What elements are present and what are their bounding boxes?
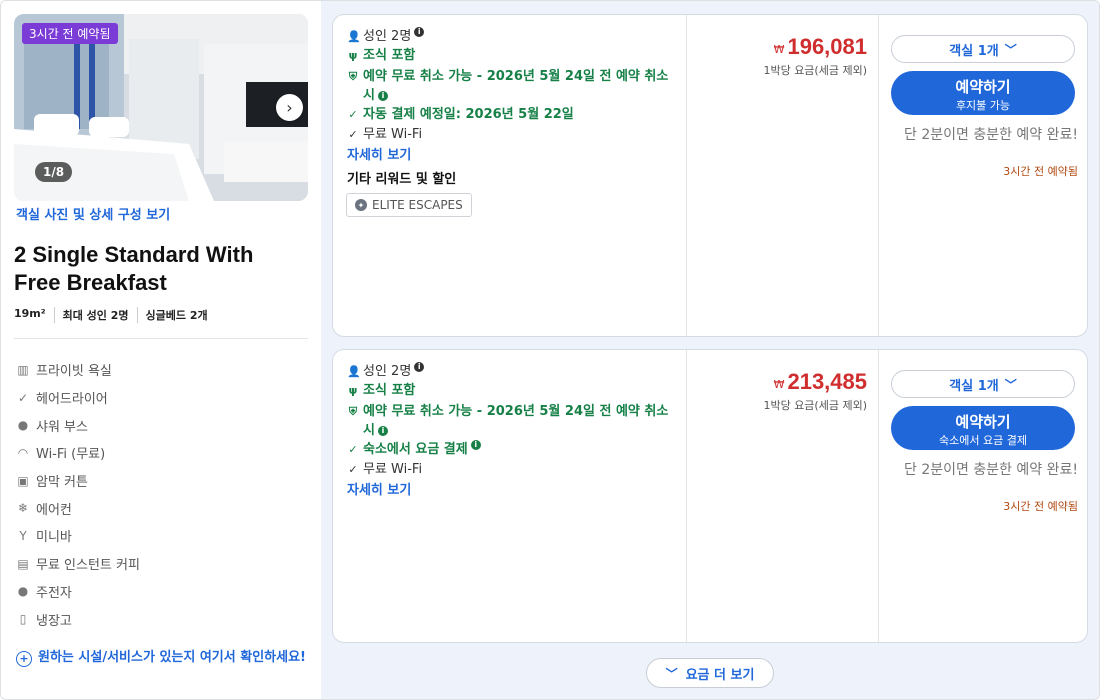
check-circle-icon: ● xyxy=(17,418,29,433)
chevron-right-icon: › xyxy=(286,98,293,117)
person-icon: 👤 xyxy=(347,365,361,378)
amenity-item: Y 미니바 xyxy=(16,522,140,550)
rate-offer: 👤 성인 2명 i ψ 조식 포함 ⛨ 예약 무료 취소 가능 - 2026년 5… xyxy=(332,14,1088,337)
room-card: 3시간 전 예약됨 › 1/8 객실 사진 및 상세 구성 보기 2 Singl… xyxy=(0,0,1100,700)
details-link[interactable]: 자세히 보기 xyxy=(347,144,411,163)
room-title: 2 Single Standard With Free Breakfast xyxy=(14,242,254,295)
private-bathroom-icon: ▥ xyxy=(17,362,29,377)
room-info-panel: 3시간 전 예약됨 › 1/8 객실 사진 및 상세 구성 보기 2 Singl… xyxy=(1,1,321,699)
minibar-icon: Y xyxy=(19,528,27,543)
booked-ago-label: 3시간 전 예약됨 xyxy=(1003,500,1078,513)
more-rates-button[interactable]: ﹀ 요금 더 보기 xyxy=(646,658,774,688)
photo-counter: 1/8 xyxy=(35,162,73,182)
cutlery-icon: ψ xyxy=(348,49,358,62)
offer-actions: 객실 1개 ﹀ 예약하기 숙소에서 요금 결제 단 2분이면 충분한 예약 완료… xyxy=(878,350,1088,642)
free-wifi: ✓ 무료 Wi-Fi xyxy=(348,462,423,477)
plus-circle-icon: + xyxy=(16,651,32,667)
wifi-icon: ◠ xyxy=(17,445,29,460)
divider xyxy=(14,338,308,339)
shield-check-icon: ⛨ xyxy=(348,70,358,83)
elite-escapes-badge[interactable]: ✦ ELITE ESCAPES xyxy=(346,193,472,217)
check-icon: ✓ xyxy=(17,390,29,405)
amenity-item: ▥ 프라이빗 욕실 xyxy=(17,362,112,380)
free-cancellation: ⛨ 예약 무료 취소 가능 - 2026년 5월 24일 전 예약 취소 시i xyxy=(348,404,669,438)
amenity-question-link[interactable]: + 원하는 시설/서비스가 있는지 여기서 확인하세요! xyxy=(16,649,306,667)
amenity-list: ▥ 프라이빗 욕실 ✓ 헤어드라이어 ● 샤워 부스 ◠ Wi-Fi (무료) ▣ 암막 … xyxy=(16,356,140,633)
amenity-item: ● 샤워 부스 xyxy=(17,418,88,435)
book-button[interactable]: 예약하기 후지불 가능 xyxy=(891,71,1075,115)
max-occupancy: 최대 성인 2명 xyxy=(53,307,137,323)
offer-price: ₩213,485 1박당 요금(세금 제외) xyxy=(686,350,879,642)
amenity-item: ❄ 에어컨 xyxy=(17,501,72,518)
check-icon: ✓ xyxy=(348,108,358,121)
air-conditioner-icon: ❄ xyxy=(17,501,29,516)
booked-recently-badge: 3시간 전 예약됨 xyxy=(22,23,118,44)
book-button[interactable]: 예약하기 숙소에서 요금 결제 xyxy=(891,406,1075,450)
currency-symbol: ₩ xyxy=(773,43,785,56)
breakfast-included: ψ 조식 포함 xyxy=(348,383,416,398)
chevron-down-icon: ﹀ xyxy=(665,666,678,681)
guest-count: 👤 성인 2명 i xyxy=(347,27,425,46)
free-wifi: ✓ 무료 Wi-Fi xyxy=(348,127,423,142)
shield-check-icon: ⛨ xyxy=(348,405,358,418)
offer-actions: 객실 1개 ﹀ 예약하기 후지불 가능 단 2분이면 충분한 예약 완료! 3시… xyxy=(878,15,1088,336)
price-note: 1박당 요금(세금 제외) xyxy=(763,64,867,77)
offer-price: ₩196,081 1박당 요금(세금 제외) xyxy=(686,15,879,336)
amenity-item: ◠ Wi-Fi (무료) xyxy=(17,445,106,463)
rate-offer: 👤 성인 2명 i ψ 조식 포함 ⛨ 예약 무료 취소 가능 - 2026년 5… xyxy=(332,349,1088,643)
booked-ago-label: 3시간 전 예약됨 xyxy=(1003,165,1078,178)
price-block: ₩213,485 1박당 요금(세금 제외) xyxy=(763,369,867,413)
next-photo-button[interactable]: › xyxy=(276,94,303,121)
amenity-item: ▤ 무료 인스턴트 커피 xyxy=(17,556,140,574)
chevron-down-icon: ﹀ xyxy=(1004,42,1017,57)
quick-booking-promo: 단 2분이면 충분한 예약 완료! xyxy=(904,127,1078,143)
room-quantity-select[interactable]: 객실 1개 ﹀ xyxy=(891,35,1075,63)
fridge-icon: ▯ xyxy=(19,612,27,627)
amenity-item: ✓ 헤어드라이어 xyxy=(17,390,108,408)
check-icon: ✓ xyxy=(348,443,358,456)
info-icon[interactable]: i xyxy=(470,440,481,450)
free-cancellation: ⛨ 예약 무료 취소 가능 - 2026년 5월 24일 전 예약 취소 시i xyxy=(348,69,669,103)
amenity-item: ● 주전자 xyxy=(17,584,72,601)
price-amount: 213,485 xyxy=(787,369,867,394)
amenity-item: ▣ 암막 커튼 xyxy=(17,473,88,491)
info-icon[interactable]: i xyxy=(414,27,425,37)
room-photo[interactable]: 3시간 전 예약됨 › 1/8 xyxy=(14,14,308,201)
room-size: 19m² xyxy=(14,307,46,320)
check-icon: ✓ xyxy=(348,128,358,141)
rewards-title: 기타 리워드 및 할인 xyxy=(347,172,457,187)
currency-symbol: ₩ xyxy=(773,378,785,391)
room-specs: 19m² 최대 성인 2명 싱글베드 2개 xyxy=(14,307,216,323)
check-circle-icon: ● xyxy=(17,584,29,599)
price-block: ₩196,081 1박당 요금(세금 제외) xyxy=(763,34,867,78)
elite-escapes-icon: ✦ xyxy=(355,199,367,211)
info-icon[interactable]: i xyxy=(377,90,388,101)
cutlery-icon: ψ xyxy=(348,384,358,397)
offer-benefits: 👤 성인 2명 i ψ 조식 포함 ⛨ 예약 무료 취소 가능 - 2026년 5… xyxy=(333,15,686,336)
blackout-curtain-icon: ▣ xyxy=(17,473,29,488)
payment-info: ✓ 숙소에서 요금 결제 i xyxy=(347,440,481,459)
breakfast-included: ψ 조식 포함 xyxy=(348,48,416,63)
price-note: 1박당 요금(세금 제외) xyxy=(763,399,867,412)
guest-count: 👤 성인 2명 i xyxy=(347,362,425,381)
chevron-down-icon: ﹀ xyxy=(1004,377,1017,392)
info-icon[interactable]: i xyxy=(377,425,388,436)
room-quantity-select[interactable]: 객실 1개 ﹀ xyxy=(891,370,1075,398)
payment-info: ✓ 자동 결제 예정일: 2026년 5월 22일 xyxy=(348,107,574,122)
details-link[interactable]: 자세히 보기 xyxy=(347,479,411,498)
price-amount: 196,081 xyxy=(787,34,867,59)
coffee-maker-icon: ▤ xyxy=(17,556,29,571)
info-icon[interactable]: i xyxy=(414,362,425,372)
amenity-item: ▯ 냉장고 xyxy=(16,605,140,633)
photo-details-link[interactable]: 객실 사진 및 상세 구성 보기 xyxy=(16,204,170,223)
check-icon: ✓ xyxy=(348,463,358,476)
offer-benefits: 👤 성인 2명 i ψ 조식 포함 ⛨ 예약 무료 취소 가능 - 2026년 5… xyxy=(333,350,686,642)
person-icon: 👤 xyxy=(347,30,361,43)
bed-type: 싱글베드 2개 xyxy=(136,307,216,323)
quick-booking-promo: 단 2분이면 충분한 예약 완료! xyxy=(904,462,1078,478)
